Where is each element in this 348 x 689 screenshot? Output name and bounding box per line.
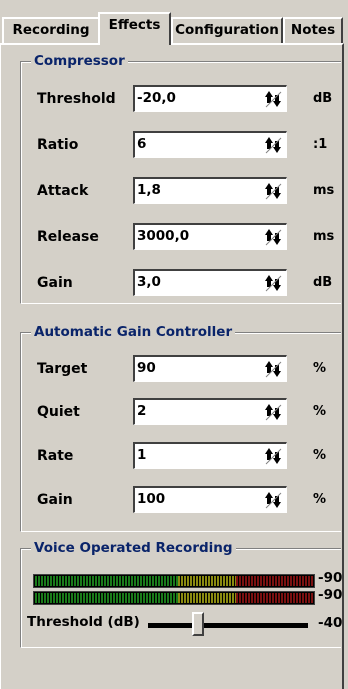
meter-right-yellow	[178, 593, 236, 603]
quiet-input[interactable]: 2	[133, 398, 287, 425]
meter-left-red	[236, 576, 313, 586]
tab-bar: Recording Effects Configuration Notes	[0, 0, 348, 45]
agc-gain-row: Gain 100 %	[21, 486, 342, 514]
vor-threshold-label: Threshold (dB)	[27, 614, 140, 630]
quiet-label: Quiet	[37, 404, 80, 420]
quiet-value: 2	[137, 403, 147, 419]
up-down-spin-icon[interactable]	[263, 359, 283, 379]
quiet-row: Quiet 2 %	[21, 398, 342, 426]
level-meter-left	[33, 574, 315, 588]
ratio-value: 6	[137, 136, 147, 152]
target-label: Target	[37, 361, 88, 377]
ratio-input[interactable]: 6	[133, 131, 287, 158]
compressor-gain-label: Gain	[37, 275, 73, 291]
up-down-spin-icon[interactable]	[263, 446, 283, 466]
ratio-label: Ratio	[37, 137, 79, 153]
up-down-spin-icon[interactable]	[263, 402, 283, 422]
tab-notes[interactable]: Notes	[283, 17, 343, 43]
up-down-spin-icon[interactable]	[263, 490, 283, 510]
compressor-gain-value: 3,0	[137, 274, 161, 290]
attack-row: Attack 1,8 ms	[21, 177, 342, 205]
agc-gain-value: 100	[137, 491, 166, 507]
up-down-spin-icon[interactable]	[263, 89, 283, 109]
rate-row: Rate 1 %	[21, 442, 342, 470]
target-unit: %	[313, 361, 327, 376]
threshold-slider-thumb[interactable]	[191, 612, 204, 636]
attack-input[interactable]: 1,8	[133, 177, 287, 204]
threshold-value: -20,0	[137, 90, 176, 106]
release-row: Release 3000,0 ms	[21, 223, 342, 251]
meter-left-yellow	[178, 576, 236, 586]
threshold-label: Threshold	[37, 91, 116, 107]
release-unit: ms	[313, 229, 335, 244]
meter-right-red	[236, 593, 313, 603]
agc-title: Automatic Gain Controller	[31, 323, 236, 341]
agc-group: Automatic Gain Controller Target 90 % Qu…	[20, 323, 342, 532]
vor-group: Voice Operated Recording -90 -90 Thresho…	[20, 539, 343, 648]
meter-right-green	[35, 593, 178, 603]
compressor-gain-unit: dB	[313, 275, 333, 290]
vor-title: Voice Operated Recording	[31, 539, 236, 557]
threshold-unit: dB	[313, 91, 333, 106]
compressor-title: Compressor	[31, 52, 128, 70]
up-down-spin-icon[interactable]	[263, 181, 283, 201]
rate-input[interactable]: 1	[133, 442, 287, 469]
attack-unit: ms	[313, 183, 335, 198]
threshold-slider-track[interactable]	[148, 623, 308, 628]
compressor-gain-input[interactable]: 3,0	[133, 269, 287, 296]
threshold-input[interactable]: -20,0	[133, 85, 287, 112]
tab-recording[interactable]: Recording	[2, 17, 100, 43]
tab-effects[interactable]: Effects	[98, 12, 171, 45]
release-input[interactable]: 3000,0	[133, 223, 287, 250]
agc-gain-input[interactable]: 100	[133, 486, 287, 513]
vor-threshold-value: -40	[318, 615, 343, 631]
up-down-spin-icon[interactable]	[263, 135, 283, 155]
rate-value: 1	[137, 447, 147, 463]
up-down-spin-icon[interactable]	[263, 227, 283, 247]
ratio-row: Ratio 6 :1	[21, 131, 342, 159]
attack-label: Attack	[37, 183, 89, 199]
target-row: Target 90 %	[21, 355, 342, 383]
target-value: 90	[137, 360, 156, 376]
agc-gain-unit: %	[313, 492, 327, 507]
release-label: Release	[37, 229, 99, 245]
compressor-group: Compressor Threshold -20,0 dB Ratio 6 :1…	[20, 52, 342, 304]
attack-value: 1,8	[137, 182, 161, 198]
ratio-unit: :1	[313, 137, 328, 152]
compressor-gain-row: Gain 3,0 dB	[21, 269, 342, 297]
level-meter-right	[33, 591, 315, 605]
threshold-row: Threshold -20,0 dB	[21, 85, 342, 113]
release-value: 3000,0	[137, 228, 190, 244]
tab-configuration[interactable]: Configuration	[171, 17, 283, 43]
meter-right-value: -90	[318, 587, 343, 603]
rate-unit: %	[313, 448, 327, 463]
quiet-unit: %	[313, 404, 327, 419]
meter-left-green	[35, 576, 178, 586]
rate-label: Rate	[37, 448, 74, 464]
up-down-spin-icon[interactable]	[263, 273, 283, 293]
agc-gain-label: Gain	[37, 492, 73, 508]
target-input[interactable]: 90	[133, 355, 287, 382]
meter-left-value: -90	[318, 570, 343, 586]
